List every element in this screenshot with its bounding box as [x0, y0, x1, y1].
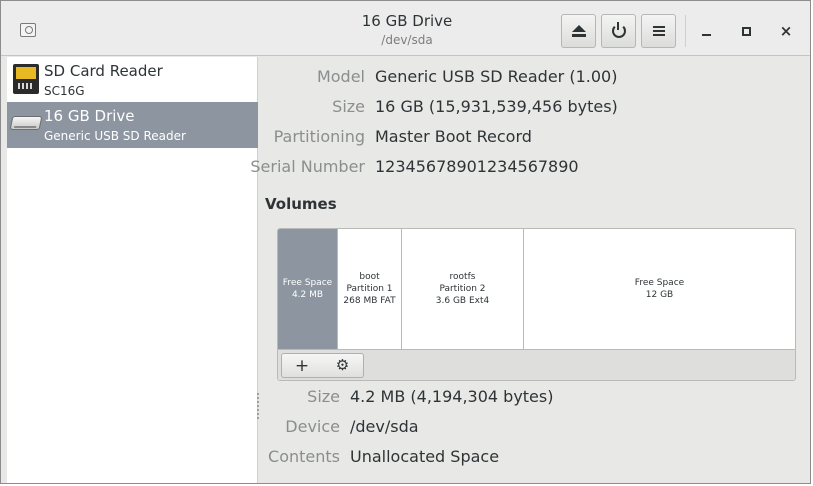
disks-app-icon — [20, 23, 36, 37]
volume-size-row: Size — [259, 386, 340, 408]
minimize-button[interactable] — [693, 18, 719, 44]
volume-size-label: Size — [307, 387, 340, 406]
volume-contents-value: Unallocated Space — [350, 447, 500, 466]
drive-list: SD Card Reader SC16G 16 GB Drive Generic… — [7, 57, 258, 483]
serial-value: 12345678901234567890 — [375, 157, 579, 176]
volume-line-3: 268 MB FAT — [343, 296, 396, 306]
drive-menu-button[interactable] — [641, 14, 676, 48]
power-off-button[interactable] — [601, 14, 636, 48]
drive-item-subtitle: SC16G — [44, 84, 85, 98]
volume-contents-row: Contents — [259, 446, 340, 468]
size-label: Size — [332, 97, 365, 116]
drive-item-subtitle: Generic USB SD Reader — [44, 129, 186, 143]
volume-free-space-end[interactable]: Free Space 12 GB — [524, 229, 795, 349]
cogs-icon: ⚙ — [335, 356, 350, 374]
drive-item-sd-card-reader[interactable]: SD Card Reader SC16G — [7, 57, 258, 103]
volume-line-1: Free Space — [634, 278, 685, 288]
partitioning-value: Master Boot Record — [375, 127, 532, 146]
maximize-button[interactable] — [733, 18, 759, 44]
disks-window: 16 GB Drive /dev/sda × SD Card Reader SC… — [0, 0, 811, 484]
volume-line-1: Free Space — [282, 278, 333, 288]
volume-line-1: rootfs — [449, 272, 476, 282]
usb-drive-icon — [9, 116, 43, 130]
partitioning-row: Partitioning — [259, 126, 365, 148]
size-value: 16 GB (15,931,539,456 bytes) — [375, 97, 618, 116]
model-row: Model — [259, 66, 365, 88]
sd-card-icon — [13, 64, 39, 94]
volume-contents-label: Contents — [268, 447, 340, 466]
volume-line-2: 4.2 MB — [291, 290, 324, 300]
power-icon — [611, 22, 626, 38]
drive-item-name: SD Card Reader — [44, 62, 163, 80]
header-bar: 16 GB Drive /dev/sda × — [1, 1, 810, 56]
serial-label: Serial Number — [250, 157, 365, 176]
volume-line-1: boot — [359, 272, 380, 282]
close-icon: × — [779, 21, 793, 40]
volume-line-2: Partition 1 — [346, 284, 393, 294]
drive-details: Model Generic USB SD Reader (1.00) Size … — [250, 57, 810, 483]
window-title: 16 GB Drive — [361, 12, 453, 30]
volume-line-2: 12 GB — [645, 290, 674, 300]
drive-item-16gb-drive[interactable]: 16 GB Drive Generic USB SD Reader — [7, 102, 258, 148]
volume-device-row: Device — [259, 416, 340, 438]
title-block: 16 GB Drive /dev/sda — [301, 11, 513, 49]
partition-options-button[interactable]: ⚙ — [322, 353, 364, 378]
serial-row: Serial Number — [250, 156, 365, 178]
create-partition-button[interactable]: + — [281, 353, 323, 378]
volume-rootfs-partition[interactable]: rootfs Partition 2 3.6 GB Ext4 — [402, 229, 524, 349]
volume-line-2: Partition 2 — [439, 284, 486, 294]
close-button[interactable]: × — [773, 18, 799, 44]
model-value: Generic USB SD Reader (1.00) — [375, 67, 618, 86]
maximize-icon — [741, 26, 751, 36]
volume-device-value: /dev/sda — [350, 417, 419, 436]
partitioning-label: Partitioning — [273, 127, 365, 146]
volume-boot-partition[interactable]: boot Partition 1 268 MB FAT — [338, 229, 402, 349]
window-subtitle: /dev/sda — [381, 33, 433, 47]
volume-size-value: 4.2 MB (4,194,304 bytes) — [350, 387, 554, 406]
minimize-icon — [701, 34, 711, 36]
volume-map: Free Space 4.2 MB boot Partition 1 268 M… — [278, 229, 795, 349]
menu-icon — [652, 26, 665, 36]
model-label: Model — [316, 67, 365, 86]
volumes-heading: Volumes — [265, 195, 337, 213]
drive-item-name: 16 GB Drive — [44, 107, 135, 125]
size-row: Size — [259, 96, 365, 118]
volume-line-3: 3.6 GB Ext4 — [435, 296, 490, 306]
volume-device-label: Device — [285, 417, 340, 436]
volume-free-space-start[interactable]: Free Space 4.2 MB — [278, 229, 338, 349]
header-separator — [685, 15, 686, 47]
volume-map-frame: Free Space 4.2 MB boot Partition 1 268 M… — [277, 228, 796, 381]
eject-button[interactable] — [561, 14, 596, 48]
volume-toolbar: + ⚙ — [278, 349, 795, 380]
eject-icon — [571, 24, 586, 38]
plus-icon: + — [294, 355, 310, 376]
